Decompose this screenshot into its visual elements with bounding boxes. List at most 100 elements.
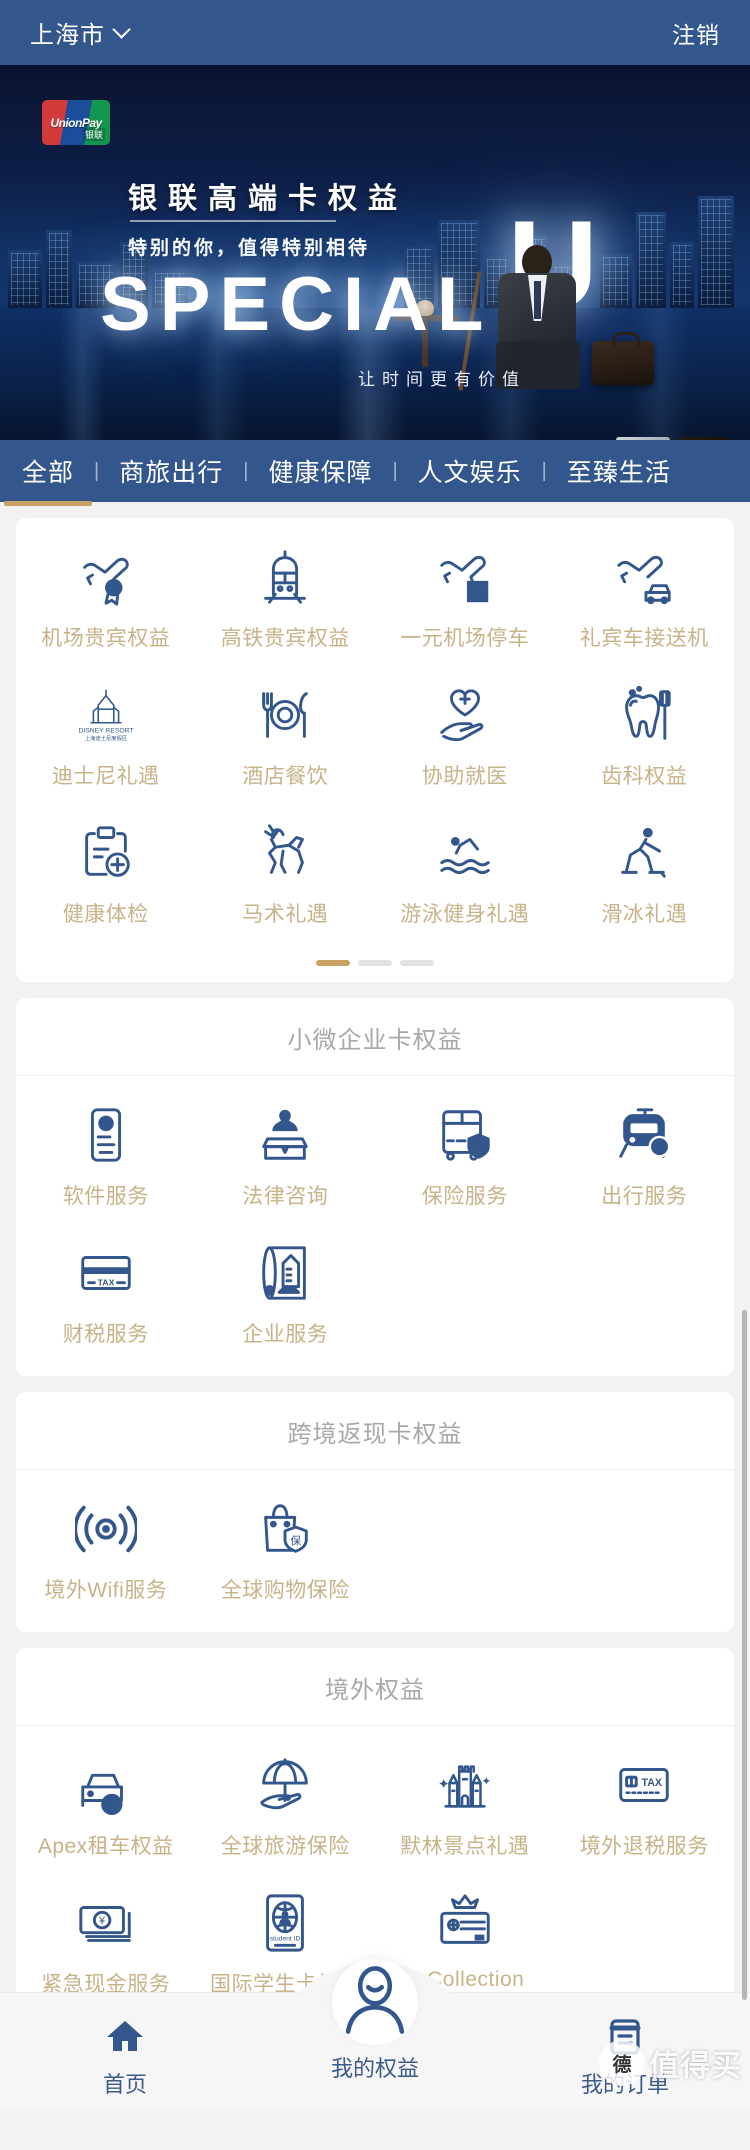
carousel-pagination[interactable] [16, 956, 734, 982]
benefit-item[interactable]: 协助就医 [375, 666, 555, 804]
train-icon [254, 546, 316, 608]
benefit-label: 礼宾车接送机 [579, 627, 709, 650]
tab-health[interactable]: 健康保障 [264, 453, 376, 489]
tooth-brush-icon [613, 684, 675, 746]
benefit-item[interactable]: TAX 境外退税服务 [555, 1736, 735, 1874]
benefit-item[interactable]: 健康体检 [16, 804, 196, 942]
benefit-item[interactable]: 租 Apex租车权益 [16, 1736, 196, 1874]
benefit-item[interactable]: 高铁贵宾权益 [196, 528, 376, 666]
city-selector[interactable]: 上海市 [30, 15, 131, 50]
tab-separator: | [541, 459, 547, 482]
benefit-label: 保险服务 [421, 1185, 508, 1208]
benefit-label: 全球购物保险 [220, 1579, 350, 1602]
logout-button[interactable]: 注销 [672, 16, 720, 50]
airplane-car-icon [613, 546, 675, 608]
benefits-card-cashback: 跨境返现卡权益 境外Wifi服务 保 全球购物保险 [16, 1392, 734, 1632]
heart-hand-icon [434, 684, 496, 746]
category-tabs: 全部 | 商旅出行 | 健康保障 | 人文娱乐 | 至臻生活 [0, 440, 750, 506]
benefit-label: 财税服务 [62, 1323, 149, 1346]
banner-headline: SPECIAL [100, 262, 493, 347]
cutlery-plate-icon [254, 684, 316, 746]
benefit-item[interactable]: 马术礼遇 [196, 804, 376, 942]
benefit-item[interactable]: DISNEY RESORT 上海迪士尼度假区 迪士尼礼遇 [16, 666, 196, 804]
benefit-item[interactable]: TAX 财税服务 [16, 1224, 196, 1362]
castle-icon [434, 1754, 496, 1816]
tab-separator: | [243, 459, 249, 482]
bus-insurance-icon: 保 [434, 1104, 496, 1166]
svg-text:TAX: TAX [97, 1278, 114, 1288]
pagination-dot[interactable] [400, 960, 434, 966]
crown-card-icon [434, 1892, 496, 1954]
hero-banner[interactable]: UnionPay 银联 U 银联高端卡权益 特别的你，值得特别相待 SPECIA… [0, 65, 750, 440]
pagination-dot-active[interactable] [316, 960, 350, 966]
unionpay-logo-cn: 银联 [82, 128, 105, 141]
tab-business-travel[interactable]: 商旅出行 [115, 453, 227, 489]
benefit-item[interactable]: 酒店餐饮 [196, 666, 376, 804]
benefits-grid: ¥ 软件服务 法律咨询 保 保险服务 行 出行服务 TAX 财税服务 企业服务 [16, 1076, 734, 1376]
benefit-label: 游泳健身礼遇 [400, 903, 530, 926]
benefit-label: 一元机场停车 [400, 627, 530, 650]
tab-separator: | [392, 459, 398, 482]
airplane-parking-icon: P [434, 546, 496, 608]
ice-skating-icon [613, 822, 675, 884]
tab-premium-life[interactable]: 至臻生活 [563, 453, 675, 489]
tab-all[interactable]: 全部 [3, 453, 93, 506]
airplane-cip-icon: CIP [75, 546, 137, 608]
umbrella-hand-icon [254, 1754, 316, 1816]
shopping-bag-shield-icon: 保 [254, 1498, 316, 1560]
nav-item-my-benefits[interactable]: 我的权益 [250, 1959, 500, 2083]
svg-text:行: 行 [655, 1141, 665, 1154]
page-scrollbar[interactable] [742, 1310, 747, 2000]
phone-yuan-icon: ¥ [75, 1104, 137, 1166]
benefit-item[interactable]: 境外Wifi服务 [16, 1480, 196, 1618]
city-label: 上海市 [30, 22, 105, 49]
svg-text:保: 保 [473, 1141, 484, 1154]
benefit-item[interactable]: 法律咨询 [196, 1086, 376, 1224]
benefit-label: 协助就医 [421, 765, 508, 788]
benefit-label: 齿科权益 [601, 765, 688, 788]
nav-item-my-orders[interactable]: 我的订单 [500, 1993, 750, 2099]
benefit-item[interactable]: 礼宾车接送机 [555, 528, 735, 666]
benefit-label: 机场贵宾权益 [41, 627, 171, 650]
svg-text:¥: ¥ [102, 1119, 109, 1131]
benefit-item[interactable]: 保 全球购物保险 [196, 1480, 376, 1618]
benefit-item[interactable]: 默林景点礼遇 [375, 1736, 555, 1874]
unionpay-logo-icon: UnionPay 银联 [42, 100, 110, 145]
benefit-item[interactable]: 保 保险服务 [375, 1086, 555, 1224]
car-rent-pin-icon: 租 [75, 1754, 137, 1816]
benefit-item[interactable]: 全球旅游保险 [196, 1736, 376, 1874]
benefit-label: 酒店餐饮 [242, 765, 329, 788]
benefit-label: 法律咨询 [242, 1185, 329, 1208]
benefits-card-sme: 小微企业卡权益 ¥ 软件服务 法律咨询 保 保险服务 行 出行服务 TAX 财税… [16, 998, 734, 1376]
tab-culture-entertainment[interactable]: 人文娱乐 [414, 453, 526, 489]
nav-item-home[interactable]: 首页 [0, 1993, 250, 2099]
benefit-item[interactable]: 游泳健身礼遇 [375, 804, 555, 942]
banner-title: 银联高端卡权益 [128, 183, 409, 215]
benefit-label: 默林景点礼遇 [400, 1835, 530, 1858]
benefit-item[interactable]: 滑冰礼遇 [555, 804, 735, 942]
benefit-item[interactable]: ¥ 软件服务 [16, 1086, 196, 1224]
benefit-item[interactable]: 企业服务 [196, 1224, 376, 1362]
nav-label: 我的订单 [580, 2072, 669, 2097]
benefit-item[interactable]: 齿科权益 [555, 666, 735, 804]
judge-icon [254, 1104, 316, 1166]
benefit-label: 高铁贵宾权益 [220, 627, 350, 650]
banner-divider [130, 220, 336, 222]
benefit-label: 企业服务 [242, 1323, 329, 1346]
briefcase-decoration [592, 332, 654, 385]
chevron-down-icon [112, 20, 131, 39]
benefit-label: 软件服务 [62, 1185, 149, 1208]
benefit-item[interactable]: P 一元机场停车 [375, 528, 555, 666]
svg-text:CIP: CIP [106, 584, 121, 594]
benefit-item[interactable]: 行 出行服务 [555, 1086, 735, 1224]
banner-subtitle: 特别的你，值得特别相待 [128, 238, 371, 259]
svg-text:DISNEY RESORT: DISNEY RESORT [78, 727, 133, 734]
benefit-item[interactable]: CIP 机场贵宾权益 [16, 528, 196, 666]
benefits-grid: 境外Wifi服务 保 全球购物保险 [16, 1470, 734, 1632]
benefit-label: 境外Wifi服务 [44, 1579, 168, 1602]
tax-refund-card-icon: TAX [613, 1754, 675, 1816]
pagination-dot[interactable] [358, 960, 392, 966]
benefits-content: CIP 机场贵宾权益 高铁贵宾权益 P 一元机场停车 礼宾车接送机 DISNEY… [0, 502, 750, 2150]
svg-text:TAX: TAX [642, 1777, 663, 1789]
benefit-label: 滑冰礼遇 [601, 903, 688, 926]
